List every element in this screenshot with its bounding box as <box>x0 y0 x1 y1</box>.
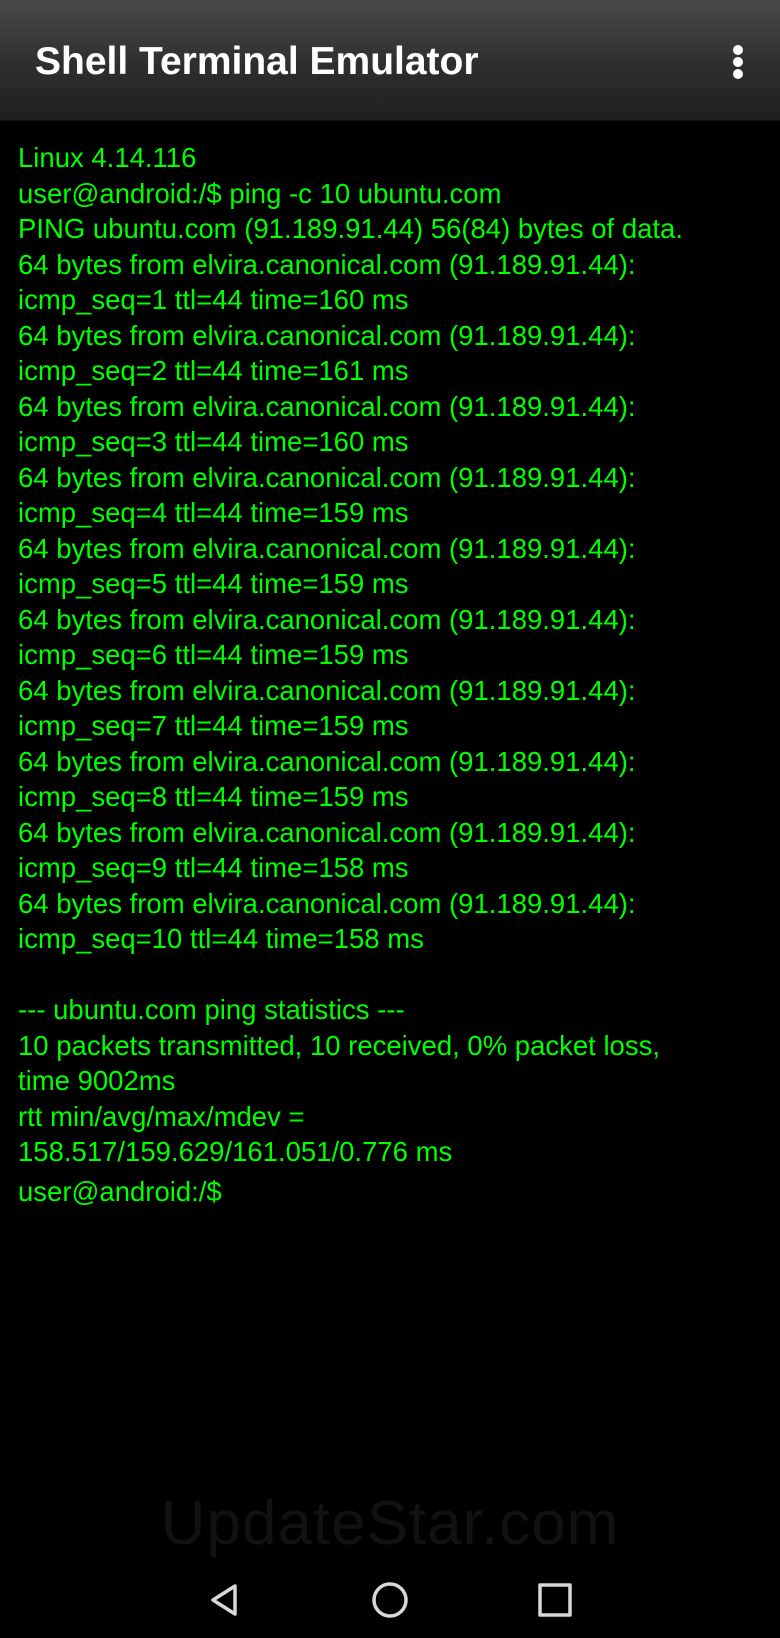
terminal-line: time 9002ms <box>18 1065 176 1096</box>
terminal-line: 64 bytes from elvira.canonical.com (91.1… <box>18 674 636 706</box>
terminal-line: 64 bytes from elvira.canonical.com (91.1… <box>18 745 636 777</box>
menu-dot <box>733 57 743 67</box>
terminal-line: 158.517/159.629/161.051/0.776 ms <box>18 1136 453 1167</box>
app-bar: Shell Terminal Emulator <box>0 0 780 121</box>
terminal-output[interactable]: Linux 4.14.116 user@android:/$ ping -c 10… <box>18 140 768 1209</box>
back-triangle-icon[interactable] <box>195 1570 255 1630</box>
terminal-line: PING ubuntu.com (91.189.91.44) 56(84) by… <box>18 213 683 244</box>
navigation-bar <box>0 1560 780 1638</box>
more-vert-icon[interactable] <box>718 36 758 84</box>
terminal-line: icmp_seq=6 ttl=44 time=159 ms <box>18 639 409 670</box>
terminal-line: icmp_seq=3 ttl=44 time=160 ms <box>18 426 409 457</box>
terminal-line: icmp_seq=5 ttl=44 time=159 ms <box>18 568 409 599</box>
terminal-line: icmp_seq=7 ttl=44 time=159 ms <box>18 710 409 741</box>
terminal-line: rtt min/avg/max/mdev = <box>18 1100 305 1132</box>
menu-dot <box>733 45 743 55</box>
terminal-line: icmp_seq=1 ttl=44 time=160 ms <box>18 284 409 315</box>
terminal-line: icmp_seq=9 ttl=44 time=158 ms <box>18 852 409 883</box>
watermark: UpdateStar.com <box>160 1489 620 1558</box>
terminal-line: 64 bytes from elvira.canonical.com (91.1… <box>18 532 636 564</box>
terminal-line: 64 bytes from elvira.canonical.com (91.1… <box>18 816 636 848</box>
home-circle-icon[interactable] <box>360 1570 420 1630</box>
terminal-prompt[interactable]: user@android:/$ <box>18 1174 768 1210</box>
terminal-line: 64 bytes from elvira.canonical.com (91.1… <box>18 603 636 635</box>
terminal-line: 64 bytes from elvira.canonical.com (91.1… <box>18 319 636 351</box>
terminal-line: 10 packets transmitted, 10 received, 0% … <box>18 1029 660 1061</box>
app-title: Shell Terminal Emulator <box>35 40 479 83</box>
terminal-line: icmp_seq=10 ttl=44 time=158 ms <box>18 923 424 954</box>
terminal-lines: Linux 4.14.116 user@android:/$ ping -c 10… <box>18 140 768 1170</box>
terminal-line: user@android:/$ ping -c 10 ubuntu.com <box>18 177 502 209</box>
terminal-line: 64 bytes from elvira.canonical.com (91.1… <box>18 887 636 919</box>
terminal-line: icmp_seq=2 ttl=44 time=161 ms <box>18 355 409 386</box>
terminal-line: 64 bytes from elvira.canonical.com (91.1… <box>18 461 636 493</box>
terminal-line: --- ubuntu.com ping statistics --- <box>18 994 405 1025</box>
terminal-line: icmp_seq=4 ttl=44 time=159 ms <box>18 497 409 528</box>
terminal-line: icmp_seq=8 ttl=44 time=159 ms <box>18 781 409 812</box>
terminal-line: 64 bytes from elvira.canonical.com (91.1… <box>18 248 636 280</box>
recents-square-icon[interactable] <box>525 1570 585 1630</box>
menu-dot <box>733 69 743 79</box>
terminal-line: 64 bytes from elvira.canonical.com (91.1… <box>18 390 636 422</box>
terminal-line: Linux 4.14.116 <box>18 142 197 173</box>
